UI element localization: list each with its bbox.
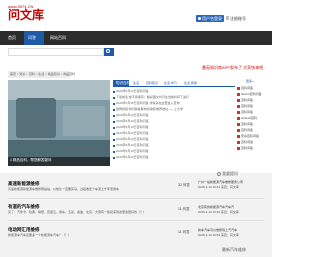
- list-bullet-icon: [113, 132, 115, 135]
- list-thumb-icon: [237, 123, 240, 126]
- mid-tab-3[interactable]: 生活 学习: [164, 82, 177, 85]
- register-link[interactable]: 注册账号: [230, 17, 246, 21]
- list-thumb-icon: [237, 135, 240, 138]
- nav-item-home[interactable]: 首页: [8, 36, 16, 40]
- list-item[interactable]: 2020年5月10日百科问答: [116, 126, 149, 129]
- list-thumb-icon: [237, 93, 240, 96]
- question-author[interactable]: 新车汽车可以维修到上汽汽车: [198, 229, 237, 232]
- list-bullet-icon: [113, 108, 115, 111]
- list-item[interactable]: 下载前注:前不用保存！精彩图文均可在当前时间下进行: [116, 96, 189, 99]
- list-item[interactable]: 百科问答: [241, 141, 253, 144]
- question-desc: 高速新能源新能源车维修网站站，以前比一直要买马，过段收走个车源上千年老用车: [8, 187, 120, 191]
- list-thumb-icon: [237, 111, 240, 114]
- question-author[interactable]: 广州一站新能源汽车维修服务公司: [198, 181, 243, 184]
- list-thumb-icon: [237, 105, 240, 108]
- question-title[interactable]: 电动网汇用维修: [8, 227, 40, 233]
- list-thumb-icon: [237, 147, 240, 150]
- question-desc: 买了：汽修卡、哈弗、联想、百度云、用车、五菱、奥迪、北京、大家有一些就来到这里会…: [8, 210, 147, 214]
- search-input[interactable]: [8, 48, 104, 56]
- list-item[interactable]: 2020年5月10日百科问答: [116, 132, 149, 135]
- breadcrumb: 首页 > 知识 > 百科 > 生活 > 商品知识 > 商品百科: [10, 72, 76, 76]
- featured-slideshow[interactable]: [8, 80, 110, 166]
- list-item[interactable]: 2020年5月10日百科问答: [116, 90, 149, 93]
- list-item[interactable]: 百科问答: [241, 111, 253, 114]
- list-bullet-icon: [113, 90, 115, 93]
- mid-tab-2[interactable]: 百科知识: [146, 82, 158, 85]
- list-item[interactable]: 百科问答: [241, 147, 253, 150]
- question-divider: [8, 220, 264, 221]
- question-divider: [8, 198, 264, 199]
- list-item[interactable]: 2020年5月10日百科问答: [116, 120, 149, 123]
- list-item[interactable]: 百科问答: [241, 129, 253, 132]
- nav-item-qa[interactable]: 问答: [28, 36, 36, 40]
- question-icon: [217, 172, 221, 176]
- question-date: 2025-3-10 15:46 来自：问文库: [198, 210, 239, 214]
- list-item[interactable]: 2020年5月15日百科问答 详情请在这里进入查询: [116, 102, 180, 105]
- mid-tab-4[interactable]: 生活 旅游: [184, 82, 197, 85]
- right-list-more-link[interactable]: 更多+: [246, 80, 254, 83]
- ask-question-link[interactable]: 我要提问: [222, 172, 238, 176]
- nav-item-wiki[interactable]: 网站百科: [50, 36, 66, 40]
- list-item[interactable]: 安卓百科问答: [241, 135, 259, 138]
- question-date: 2025-3-10 15:44 来自：问文库: [198, 185, 239, 189]
- question-title[interactable]: 有道的汽车维修: [8, 204, 40, 210]
- question-desc: 新能源车汽车还要多一个新能源车汽车？（！）: [8, 233, 72, 237]
- list-item[interactable]: 百科问答: [241, 105, 253, 108]
- list-thumb-icon: [237, 129, 240, 132]
- list-item[interactable]: sketch百科问答: [241, 93, 262, 96]
- list-item[interactable]: 2020年5月10日百科问答: [116, 156, 149, 159]
- latest-repair-label[interactable]: 最新汽车维修: [222, 248, 246, 252]
- list-bullet-icon: [113, 114, 115, 117]
- slide-image-subject: [16, 98, 56, 138]
- slide-image-sky: [8, 80, 110, 100]
- list-bullet-icon: [113, 150, 115, 153]
- user-icon: [198, 17, 201, 20]
- list-item[interactable]: 微博视频'你问我答看你吃啥呢'推荐地址——上大学: [116, 108, 183, 111]
- list-bullet-icon: [113, 102, 115, 105]
- mid-list-title: 知识百科: [116, 81, 130, 85]
- list-item[interactable]: 2020年5月10日百科问答: [116, 144, 149, 147]
- list-item[interactable]: 2020年5月10日百科问答: [116, 150, 149, 153]
- list-bullet-icon: [113, 156, 115, 159]
- question-answer-count: 11 问答: [178, 207, 190, 211]
- list-item[interactable]: 百科问答: [241, 99, 253, 102]
- question-author[interactable]: 北京有的新能源汽车汽车汽: [198, 206, 234, 209]
- list-thumb-icon: [237, 99, 240, 102]
- promo-text[interactable]: 番茄知识库APP发布了 大家快来吧: [202, 66, 263, 70]
- login-label: 用户名登录: [202, 15, 222, 21]
- list-thumb-icon: [237, 117, 240, 120]
- list-item[interactable]: 2020年5月10日百科问答: [116, 114, 149, 117]
- mid-list-divider: [113, 86, 235, 87]
- slide-image-background: [63, 106, 105, 136]
- question-title[interactable]: 高速新能源维修: [8, 181, 40, 187]
- site-logo[interactable]: 问文库: [8, 9, 44, 21]
- list-bullet-icon: [113, 96, 115, 99]
- question-date: 2025-3-10 15:59 来自：问文库: [198, 233, 239, 237]
- list-thumb-icon: [237, 141, 240, 144]
- slide-caption[interactable]: 1 精品百科，帮您解答疑问: [10, 158, 51, 163]
- list-bullet-icon: [113, 144, 115, 147]
- register-icon: [226, 16, 229, 20]
- login-button[interactable]: 用户名登录: [196, 15, 224, 22]
- question-answer-count: 11 问答: [178, 230, 190, 234]
- list-item[interactable]: 2020年5月10日百科问答: [116, 138, 149, 141]
- list-item[interactable]: 百科问答: [241, 87, 253, 90]
- list-item[interactable]: android百科: [241, 117, 257, 120]
- search-icon: [106, 49, 110, 53]
- list-bullet-icon: [113, 126, 115, 129]
- question-answer-count: 32 问答: [178, 183, 190, 187]
- mid-tab-1[interactable]: 生活: [133, 82, 139, 85]
- list-thumb-icon: [237, 87, 240, 90]
- list-item[interactable]: 百科问答: [241, 123, 253, 126]
- list-bullet-icon: [113, 120, 115, 123]
- list-bullet-icon: [113, 138, 115, 141]
